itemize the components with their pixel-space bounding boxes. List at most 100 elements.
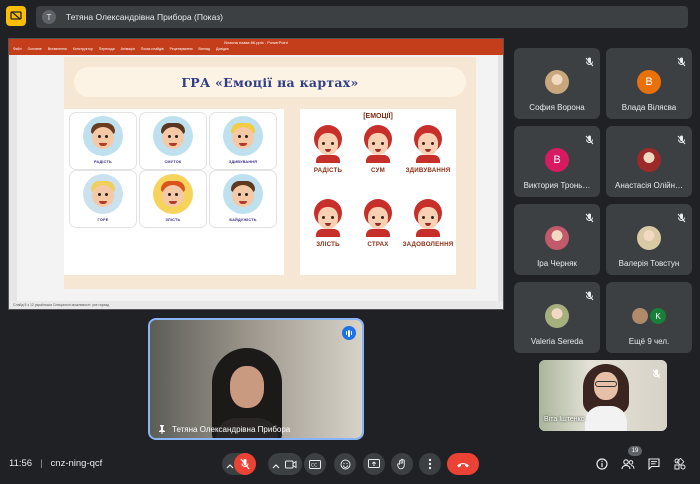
mic-off-icon	[677, 132, 686, 150]
participant-tile[interactable]: B Виктория Тронь…	[514, 126, 600, 197]
participant-tile[interactable]: София Ворона	[514, 48, 600, 119]
presentation-banner[interactable]: T Тетяна Олександрівна Прибора (Показ)	[36, 6, 688, 28]
emotion-figure: СУМ	[358, 125, 398, 189]
present-now-button[interactable]	[363, 453, 385, 475]
mic-off-icon	[585, 210, 594, 228]
participant-name: Іра Черняк	[537, 259, 577, 268]
ppt-menu-item: Довідка	[215, 47, 229, 51]
ppt-menu-item: Конструктор	[72, 47, 93, 51]
bottom-bar: 11:56 | cnz-ning-qcf CC	[0, 448, 700, 484]
clock-time: 11:56	[9, 458, 33, 469]
emotion-card: ГОРЕ	[70, 171, 136, 227]
camera-control	[268, 453, 302, 475]
chevron-up-icon[interactable]	[226, 458, 234, 476]
emotion-figure: ЗАДОВОЛЕННЯ	[403, 199, 453, 263]
top-bar: T Тетяна Олександрівна Прибора (Показ)	[0, 0, 700, 38]
emotion-figure: ЗЛІСТЬ	[308, 199, 348, 263]
camera-icon	[285, 460, 297, 468]
active-speaker-tile[interactable]: Тетяна Олександрівна Прибора	[148, 318, 364, 440]
participant-name: Анастасія Олійн…	[614, 181, 684, 190]
leave-call-button[interactable]	[447, 453, 479, 475]
cartoon-face-icon	[153, 174, 193, 214]
ppt-menu-item: Файл	[13, 47, 22, 51]
emotions-panel: [ЕМОЦІЇ] РАДІСТЬ СУМ ЗДИВУВАННЯ ЗЛІСТЬ СТРАХ…	[300, 109, 456, 275]
emotion-label: СТРАХ	[367, 241, 389, 248]
participant-tile[interactable]: Валерія Товстун	[606, 204, 692, 275]
activities-button[interactable]	[672, 456, 688, 472]
ppt-menu-item: Показ слайдів	[140, 47, 164, 51]
present-screen-icon	[368, 459, 380, 468]
emotion-card: СМУТОК	[140, 113, 206, 169]
card-label: ЗДИВУВАННЯ	[228, 160, 258, 164]
emotion-label: ЗАДОВОЛЕННЯ	[402, 241, 454, 248]
raise-hand-button[interactable]	[391, 453, 413, 475]
presenter-title: Тетяна Олександрівна Прибора (Показ)	[66, 12, 223, 22]
slide: ГРА «Емоції на картах» РАДІСТЬ СМУТОК ЗДИВ…	[64, 57, 476, 289]
pin-icon[interactable]	[158, 425, 166, 434]
captions-button[interactable]: CC	[304, 453, 326, 475]
ppt-menu-item: Вставлення	[47, 47, 67, 51]
cartoon-face-icon	[223, 116, 263, 156]
avatar	[545, 70, 569, 94]
participant-tile[interactable]: Valeria Sereda	[514, 282, 600, 353]
ppt-menu-item: Анімація	[120, 47, 135, 51]
emoji-icon	[340, 459, 350, 469]
mic-toggle-button[interactable]	[234, 453, 256, 475]
participant-name: Виктория Тронь…	[523, 181, 591, 190]
chat-button[interactable]	[646, 456, 662, 472]
people-button[interactable]	[620, 456, 636, 472]
hand-icon	[397, 458, 405, 470]
avatar	[637, 148, 661, 172]
card-label: ГОРЕ	[97, 218, 109, 222]
shared-screen: Власна назва 86.pptx - PowerPoint Файл Ос…	[8, 38, 504, 310]
mic-off-icon	[240, 458, 250, 470]
camera-toggle-button[interactable]	[280, 453, 302, 475]
cartoon-face-icon	[153, 116, 193, 156]
cartoon-face-icon	[83, 174, 123, 214]
participant-tile[interactable]: Анастасія Олійн…	[606, 126, 692, 197]
captions-icon: CC	[309, 459, 321, 469]
card-label: РАДІСТЬ	[94, 160, 112, 164]
emotion-figure: ЗДИВУВАННЯ	[406, 125, 450, 189]
emotion-figure: СТРАХ	[358, 199, 398, 263]
emotion-card: РАДІСТЬ	[70, 113, 136, 169]
self-view-tile[interactable]: Віта Іштенко	[539, 360, 667, 431]
mic-off-icon	[585, 54, 594, 72]
card-label: СМУТОК	[164, 160, 182, 164]
participant-name: Валерія Товстун	[618, 259, 680, 268]
more-options-button[interactable]	[419, 453, 441, 475]
chat-icon	[648, 458, 660, 470]
participant-count-badge: 19	[628, 446, 642, 456]
participant-tile[interactable]: Іра Черняк	[514, 204, 600, 275]
mic-off-icon	[652, 366, 661, 384]
cards-panel: РАДІСТЬ СМУТОК ЗДИВУВАННЯ ГОРЕ ЗЛІСТЬ БАЙДУЖІ…	[64, 109, 284, 275]
reactions-button[interactable]	[334, 453, 356, 475]
emotion-label: ЗДИВУВАННЯ	[405, 167, 451, 174]
participant-name: Ещё 9 чел.	[628, 337, 670, 346]
ppt-window-title: Власна назва 86.pptx - PowerPoint	[224, 40, 288, 45]
emotion-label: ЗЛІСТЬ	[316, 241, 340, 248]
participant-name: София Ворона	[529, 103, 585, 112]
speaker-name: Тетяна Олександрівна Прибора	[172, 425, 291, 434]
presenting-icon[interactable]	[6, 6, 26, 26]
slide-header: ГРА «Емоції на картах»	[74, 67, 466, 97]
people-icon	[621, 458, 635, 469]
mic-off-icon	[677, 54, 686, 72]
activities-icon	[674, 458, 686, 470]
ppt-menu: Файл Основне Вставлення Конструктор Переходи…	[13, 47, 229, 51]
mic-off-icon	[585, 288, 594, 306]
emotion-label: РАДІСТЬ	[313, 167, 343, 174]
ppt-menu-item: Переходи	[98, 47, 115, 51]
emotions-heading: [ЕМОЦІЇ]	[363, 113, 393, 120]
avatar	[545, 226, 569, 250]
card-label: БАЙДУЖІСТЬ	[229, 218, 257, 222]
ppt-menu-item: Рецензування	[169, 47, 193, 51]
avatar: B	[637, 70, 661, 94]
meeting-details-button[interactable]	[594, 456, 610, 472]
hang-up-icon	[457, 462, 469, 467]
participant-tile[interactable]: K Ещё 9 чел.	[606, 282, 692, 353]
participant-tile[interactable]: B Влада Вілясва	[606, 48, 692, 119]
participant-name: Valeria Sereda	[530, 337, 584, 346]
chevron-up-icon[interactable]	[272, 458, 280, 476]
ppt-thumbnails	[9, 55, 17, 303]
